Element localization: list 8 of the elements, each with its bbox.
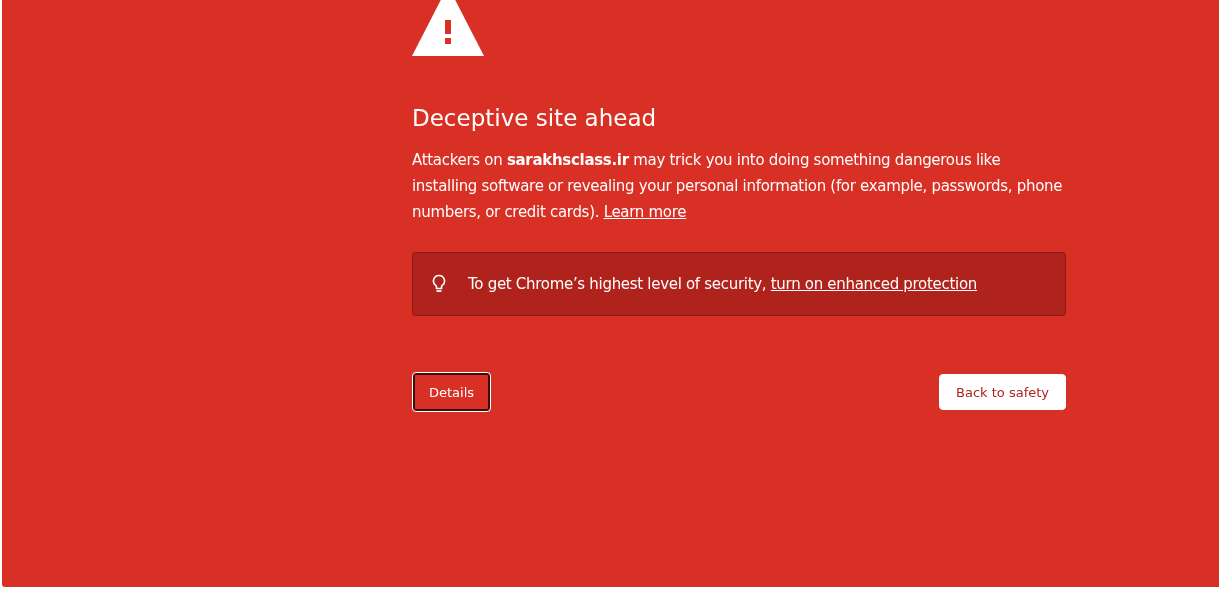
learn-more-link[interactable]: Learn more: [603, 203, 687, 221]
details-button[interactable]: Details: [412, 372, 492, 412]
page-heading: Deceptive site ahead: [412, 104, 658, 133]
security-tip: To get Chrome’s highest level of security, turn on enhanced protection: [468, 275, 977, 293]
warning-message: Attackers on sarakhsclass.ir may trick you into doing something dangerous like installing software or revealing your personal information (for example, passwords, phone numbers, or credit cards). Learn more: [412, 150, 1064, 223]
enhanced-protection-link[interactable]: turn on enhanced protection: [770, 275, 977, 293]
lightbulb-icon: [432, 274, 446, 294]
back-to-safety-button[interactable]: Back to safety: [939, 374, 1066, 410]
